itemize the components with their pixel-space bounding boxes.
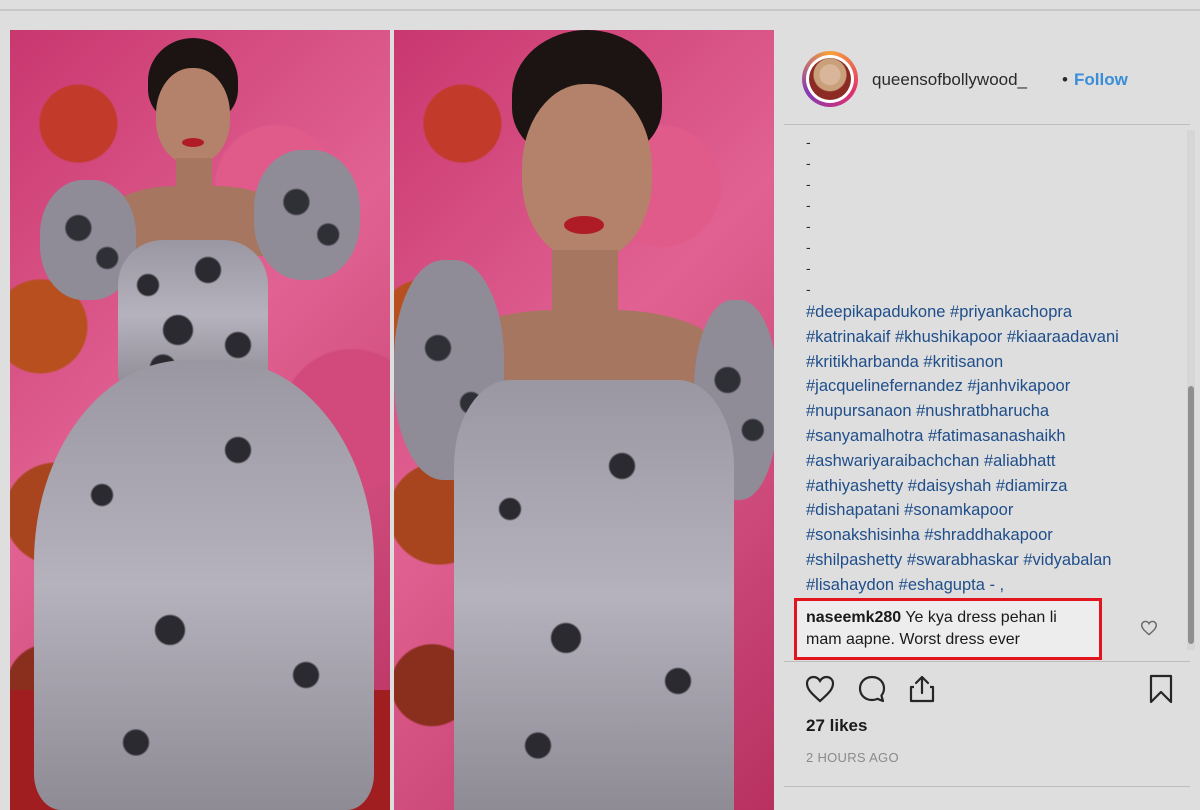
right-sleeve-ruffle <box>254 150 360 280</box>
hashtag-line[interactable]: #athiyashetty #daisyshah #diamirza <box>806 474 1166 499</box>
hashtag-line[interactable]: #lisahaydon #eshagupta - , <box>806 573 1166 598</box>
hashtag-line[interactable]: #deepikapadukone #priyankachopra <box>806 300 1166 325</box>
caption-hashtags: #deepikapadukone #priyankachopra #katrin… <box>806 300 1166 598</box>
comment-icon[interactable] <box>856 673 888 705</box>
post-photo-full-length[interactable] <box>10 30 390 810</box>
face <box>156 68 230 164</box>
heart-icon[interactable] <box>804 673 836 705</box>
caption-dash: - <box>806 239 811 255</box>
hashtag-line[interactable]: #sanyamalhotra #fatimasanashaikh <box>806 424 1166 449</box>
caption-dashes: - - - - - - - - <box>806 132 811 300</box>
likes-count[interactable]: 27 likes <box>806 716 867 736</box>
post-photo-closeup[interactable] <box>394 30 774 810</box>
post-username[interactable]: queensofbollywood_ <box>872 70 1027 90</box>
caption-dash: - <box>806 197 811 213</box>
hashtag-line[interactable]: #shilpashetty #swarabhaskar #vidyabalan <box>806 548 1166 573</box>
comment-username[interactable]: naseemk280 <box>806 609 901 626</box>
hashtag-line[interactable]: #katrinakaif #khushikapoor #kiaaraadavan… <box>806 325 1166 350</box>
highlighted-comment: naseemk280 Ye kya dress pehan li mam aap… <box>806 607 1096 651</box>
profile-avatar[interactable] <box>802 51 858 107</box>
small-heart-icon[interactable] <box>1140 620 1158 636</box>
bookmark-icon[interactable] <box>1145 673 1177 705</box>
follow-button[interactable]: Follow <box>1074 70 1128 90</box>
hashtag-line[interactable]: #jacquelinefernandez #janhvikapoor <box>806 374 1166 399</box>
hashtag-line[interactable]: #kritikharbanda #kritisanon <box>806 350 1166 375</box>
hashtag-line[interactable]: #nupursanaon #nushratbharucha <box>806 399 1166 424</box>
top-divider <box>0 9 1200 11</box>
caption-dash: - <box>806 155 811 171</box>
caption-dash: - <box>806 281 811 297</box>
share-icon[interactable] <box>906 673 938 705</box>
hashtag-line[interactable]: #dishapatani #sonamkapoor <box>806 498 1166 523</box>
browser-top-strip <box>0 0 1200 30</box>
dress-skirt <box>34 360 374 810</box>
hashtag-line[interactable]: #ashwariyaraibachchan #aliabhatt <box>806 449 1166 474</box>
caption-dash: - <box>806 260 811 276</box>
caption-dash: - <box>806 134 811 150</box>
comments-scrollbar-thumb[interactable] <box>1188 386 1194 644</box>
header-divider <box>784 124 1190 125</box>
caption-dash: - <box>806 218 811 234</box>
dress-bodice <box>454 380 734 810</box>
woman-figure-closeup <box>394 30 774 810</box>
post-timestamp: 2 HOURS AGO <box>806 750 899 765</box>
actions-divider <box>784 661 1190 662</box>
separator-dot: • <box>1062 70 1068 89</box>
caption-dash: - <box>806 176 811 192</box>
add-comment-divider <box>784 786 1190 787</box>
hashtag-line[interactable]: #sonakshisinha #shraddhakapoor <box>806 523 1166 548</box>
woman-figure <box>10 30 390 810</box>
